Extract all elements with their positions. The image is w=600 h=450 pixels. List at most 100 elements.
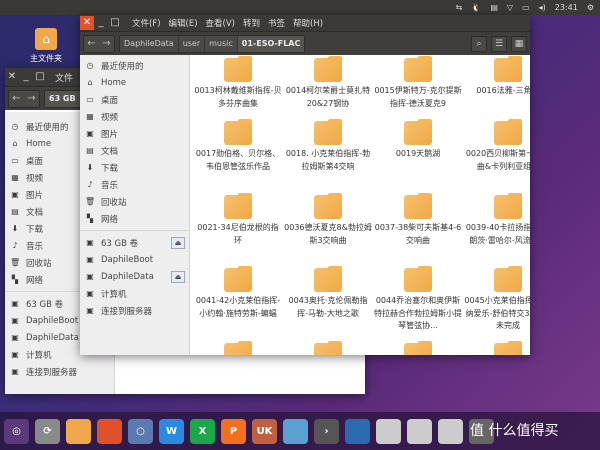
maximize-icon[interactable]: □ — [33, 70, 47, 84]
folder-name: 0019天鹅湖 — [395, 149, 441, 158]
sidebar-device[interactable]: ▣ DaphileData ⏏ — [80, 268, 189, 285]
network-icon[interactable]: ⇆ — [456, 3, 463, 12]
folder-item[interactable]: 0043奥托·克伦佩勒指挥-马勒-大地之歌 — [284, 266, 372, 320]
folder-item[interactable]: 0021-34尼伯龙根的指环 — [194, 193, 282, 247]
nav-buttons[interactable]: ← → — [8, 89, 40, 108]
sidebar-item[interactable]: 🗑 回收站 — [80, 193, 189, 210]
drive-icon: ▣ — [86, 272, 94, 281]
device-label: DaphileBoot — [101, 254, 154, 265]
grid-view-icon[interactable]: ▦ — [511, 35, 527, 52]
folder-icon — [224, 341, 252, 355]
folder-item[interactable]: 0041-42小克莱伯指挥-小约翰·施特劳斯-蝙蝠 — [194, 266, 282, 320]
folder-name: 0036德沃夏克8&勃拉姆斯3交响曲 — [284, 223, 372, 245]
folder-item[interactable]: 0039-40卡拉扬指挥-弗朗茨·雷哈尔-风流寡妇 — [464, 193, 530, 247]
folder-item[interactable]: 0019天鹅湖 — [374, 119, 462, 161]
folder-item[interactable]: 0014柯尔荣爵士莫扎特20&27钢协 — [284, 56, 372, 110]
drive-icon: ▣ — [86, 289, 94, 298]
document-icon: ▤ — [11, 207, 19, 216]
back-menu-file[interactable]: 文件 — [55, 71, 73, 84]
sidebar-device[interactable]: ▣ DaphileBoot — [80, 251, 189, 268]
desktop-home-folder[interactable]: ⌂ 主文件夹 — [26, 28, 66, 64]
folder-item[interactable] — [464, 341, 530, 355]
list-view-icon[interactable]: ☰ — [491, 35, 507, 52]
firefox-icon[interactable] — [97, 418, 122, 444]
software-updater-icon[interactable]: ⟳ — [35, 418, 60, 444]
tux-icon[interactable]: 🐧 — [471, 3, 481, 12]
folder-item[interactable] — [284, 341, 372, 355]
search-icon[interactable]: ⌕ — [471, 35, 487, 52]
folder-item[interactable]: 0016法雅-三角帽 — [464, 56, 530, 98]
menu-item[interactable]: 书签 — [268, 17, 285, 29]
folder-item[interactable] — [374, 341, 462, 355]
power-icon[interactable]: ⚙ — [587, 3, 594, 12]
breadcrumb-item[interactable]: 01-ESO-FLAC — [237, 35, 305, 52]
folder-item[interactable]: 0044乔治塞尔和奥伊斯特拉赫合作勃拉姆斯小提琴管弦协... — [374, 266, 462, 333]
folder-item[interactable]: 0013柯林戴维斯指挥-贝多芬序曲集 — [194, 56, 282, 110]
menu-item[interactable]: 文件(F) — [132, 17, 161, 29]
breadcrumb-item[interactable]: DaphileData — [120, 35, 179, 52]
device-label: 计算机 — [26, 350, 52, 361]
folder-name: 0021-34尼伯龙根的指环 — [197, 223, 279, 245]
maximize-icon[interactable]: □ — [108, 16, 122, 30]
folder-icon — [494, 56, 522, 82]
folder-item[interactable]: 0017勋伯格、贝尔格、韦伯恩管弦乐作品 — [194, 119, 282, 173]
close-icon[interactable]: ✕ — [80, 16, 94, 30]
wps-writer-icon[interactable]: W — [159, 418, 184, 444]
workspace-icon[interactable] — [345, 418, 370, 444]
keyboard-icon[interactable]: ▤ — [490, 3, 498, 12]
folder-item[interactable]: 0018. 小克莱伯指挥-勃拉姆斯第4交响 — [284, 119, 372, 173]
wps-presentation-icon[interactable]: P — [221, 418, 246, 444]
drive-icon-2[interactable] — [407, 418, 432, 444]
ubuntu-icon[interactable]: ◎ — [4, 418, 29, 444]
toolbar: ← → DaphileData user music 01-ESO-FLAC ⌕ ☰ ▦ — [80, 31, 530, 55]
minimize-icon[interactable]: _ — [94, 16, 108, 30]
folder-item[interactable] — [194, 341, 282, 355]
software-center-icon[interactable]: UK — [252, 418, 277, 444]
eject-icon[interactable]: ⏏ — [171, 270, 185, 283]
menu-item[interactable]: 帮助(H) — [293, 17, 323, 29]
sidebar-item[interactable]: ▚ 网络 — [80, 210, 189, 227]
menu-item[interactable]: 转到 — [243, 17, 260, 29]
folder-item[interactable]: 0020西贝柳斯第一交响曲&卡列利亚组曲 — [464, 119, 530, 173]
close-icon[interactable]: ✕ — [5, 70, 19, 84]
terminal-icon[interactable]: › — [314, 418, 339, 444]
clock[interactable]: 23:41 — [555, 3, 578, 12]
menu-item[interactable]: 查看(V) — [206, 17, 235, 29]
breadcrumb-item[interactable]: user — [179, 35, 206, 52]
sidebar-device[interactable]: ▣ 63 GB 卷 ⏏ — [80, 234, 189, 251]
sidebar-item[interactable]: ▤ 文档 — [80, 142, 189, 159]
wps-spreadsheet-icon[interactable]: X — [190, 418, 215, 444]
sidebar-item[interactable]: ⌂ Home — [80, 74, 189, 91]
minimize-icon[interactable]: _ — [19, 70, 33, 84]
breadcrumb-item[interactable]: music — [205, 35, 238, 52]
sidebar-item[interactable]: ▣ 图片 — [80, 125, 189, 142]
folder-item[interactable]: 0037-38柴可夫斯基4-6交响曲 — [374, 193, 462, 247]
sidebar-item[interactable]: ▭ 桌面 — [80, 91, 189, 108]
back-breadcrumb[interactable]: 63 GB — [45, 90, 80, 107]
drive-icon[interactable] — [376, 418, 401, 444]
sidebar-item[interactable]: ◷ 最近使用的 — [80, 57, 189, 74]
folder-item[interactable]: 0036德沃夏克8&勃拉姆斯3交响曲 — [284, 193, 372, 247]
files-icon[interactable] — [66, 418, 91, 444]
back-arrow-icon[interactable]: ← — [87, 38, 95, 49]
folder-item[interactable]: 0015伊斯特万-克尔提斯指挥-德沃夏克9 — [374, 56, 462, 110]
menu-item[interactable]: 编辑(E) — [169, 17, 198, 29]
chromium-icon[interactable]: ○ — [128, 418, 153, 444]
wifi-icon[interactable]: ▽ — [507, 3, 513, 12]
sidebar-device[interactable]: ▣ 连接到服务器 — [80, 302, 189, 319]
forward-arrow-icon[interactable]: → — [102, 38, 110, 49]
back-sidebar-device[interactable]: ▣ 连接到服务器 — [5, 363, 114, 380]
sidebar-device[interactable]: ▣ 计算机 — [80, 285, 189, 302]
installer-icon[interactable] — [283, 418, 308, 444]
eject-icon[interactable]: ⏏ — [171, 236, 185, 249]
sidebar-item[interactable]: ▦ 视频 — [80, 108, 189, 125]
folder-item[interactable]: 0045小克莱伯指挥-维也纳爱乐-舒伯特交3和交8未完成 — [464, 266, 530, 333]
download-icon: ⬇ — [86, 163, 94, 172]
sidebar-item[interactable]: ⬇ 下载 — [80, 159, 189, 176]
usb-drive-icon[interactable] — [438, 418, 463, 444]
device-label: 63 GB 卷 — [26, 299, 64, 310]
battery-icon[interactable]: ▭ — [522, 3, 530, 12]
device-label: 连接到服务器 — [26, 367, 78, 378]
volume-icon[interactable]: ◂) — [539, 3, 546, 12]
sidebar-item[interactable]: ♪ 音乐 — [80, 176, 189, 193]
